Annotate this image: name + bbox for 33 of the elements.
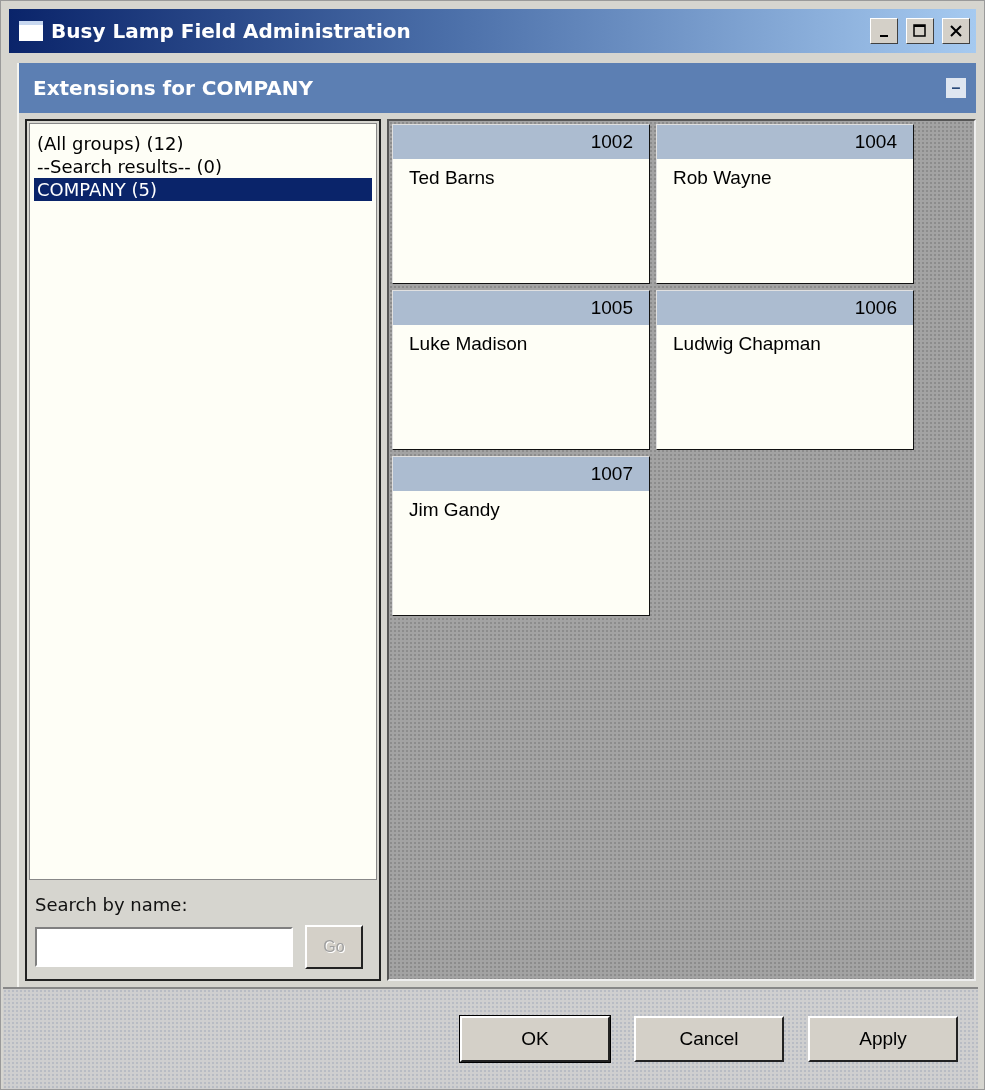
extension-name: Ludwig Chapman xyxy=(672,332,822,356)
collapse-button[interactable]: – xyxy=(946,78,966,98)
extension-name: Rob Wayne xyxy=(672,166,773,190)
extension-number: 1007 xyxy=(393,457,649,491)
extension-card[interactable]: 1005 Luke Madison xyxy=(392,290,650,450)
extension-card[interactable]: 1002 Ted Barns xyxy=(392,124,650,284)
group-item[interactable]: --Search results-- (0) xyxy=(34,155,372,178)
maximize-button[interactable] xyxy=(906,18,934,44)
extension-card[interactable]: 1004 Rob Wayne xyxy=(656,124,914,284)
extension-card[interactable]: 1006 Ludwig Chapman xyxy=(656,290,914,450)
window-icon xyxy=(19,21,43,41)
panel-title: Extensions for COMPANY xyxy=(33,76,314,100)
close-icon xyxy=(949,24,963,38)
dialog-button[interactable]: OK xyxy=(460,1016,610,1062)
group-item[interactable]: (All groups) (12) xyxy=(34,132,372,155)
extension-name: Jim Gandy xyxy=(408,498,501,522)
extension-name: Ted Barns xyxy=(408,166,496,190)
extension-card[interactable]: 1007 Jim Gandy xyxy=(392,456,650,616)
maximize-icon xyxy=(913,24,927,38)
search-field[interactable] xyxy=(35,927,293,967)
minimize-icon xyxy=(880,35,888,37)
window-title: Busy Lamp Field Administration xyxy=(51,19,412,43)
search-label: Search by name: xyxy=(35,894,189,915)
minimize-button[interactable] xyxy=(870,18,898,44)
dialog-button[interactable]: Apply xyxy=(808,1016,958,1062)
extension-number: 1005 xyxy=(393,291,649,325)
group-item[interactable]: COMPANY (5) xyxy=(34,178,372,201)
extension-number: 1004 xyxy=(657,125,913,159)
extension-number: 1002 xyxy=(393,125,649,159)
extension-name: Luke Madison xyxy=(408,332,529,356)
dialog-button[interactable]: Cancel xyxy=(634,1016,784,1062)
extension-number: 1006 xyxy=(657,291,913,325)
close-button[interactable] xyxy=(942,18,970,44)
